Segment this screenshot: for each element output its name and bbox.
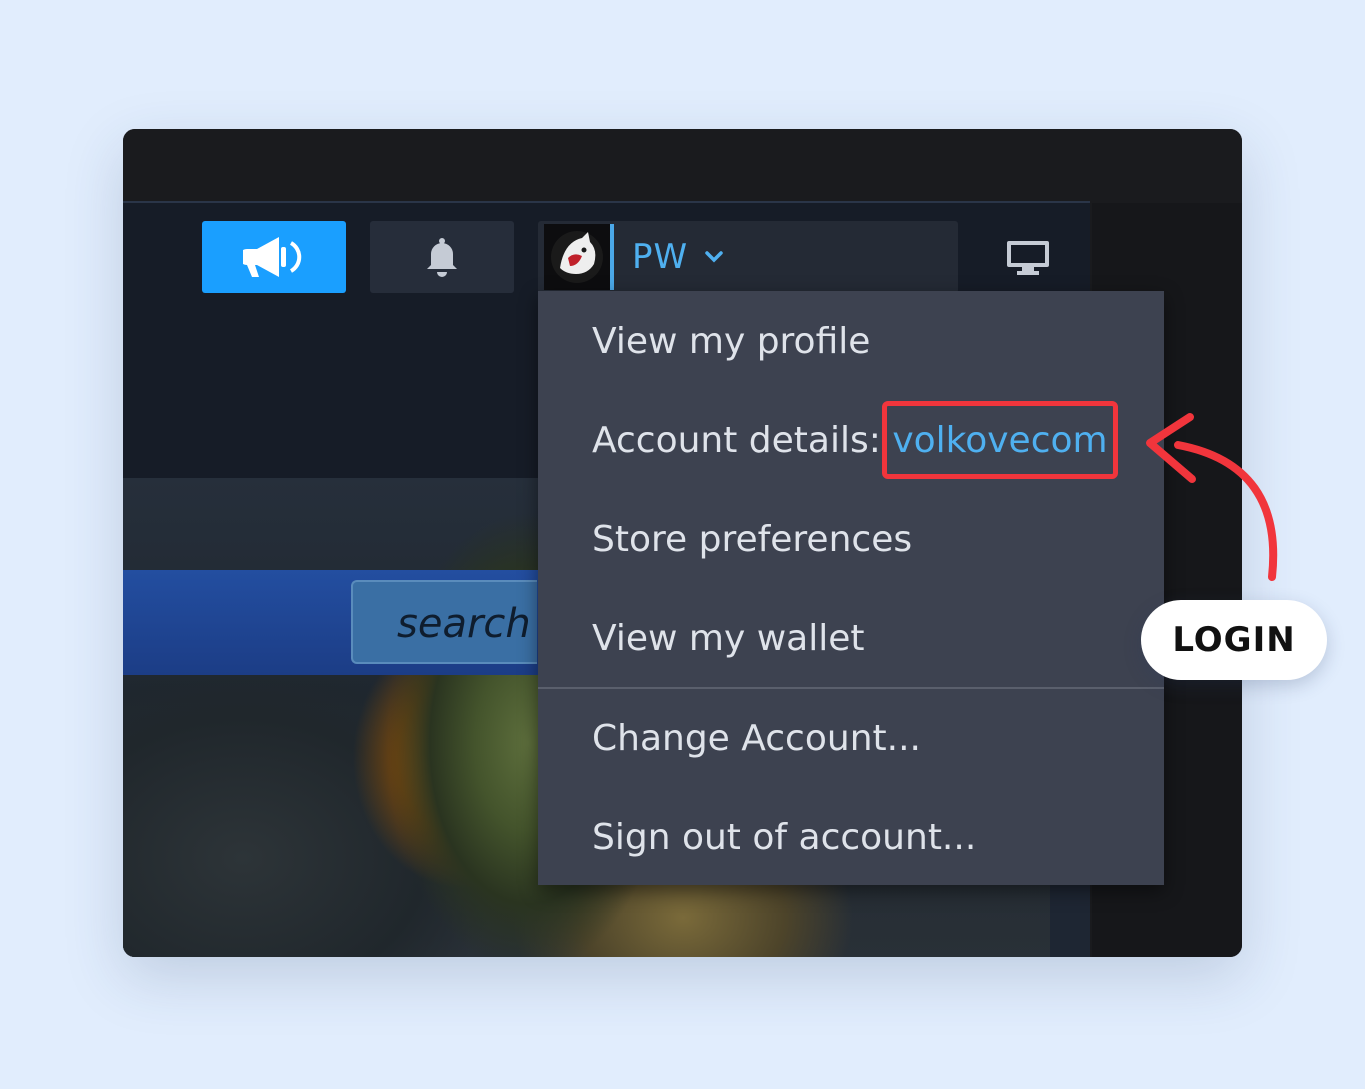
- announcements-button[interactable]: [202, 221, 346, 293]
- avatar[interactable]: [544, 224, 614, 290]
- login-annotation-label: LOGIN: [1141, 600, 1327, 680]
- store-search-bar: search: [123, 570, 538, 675]
- menu-item-view-profile[interactable]: View my profile: [592, 292, 870, 391]
- account-dropdown-menu: View my profile Account details: volkove…: [538, 291, 1164, 885]
- megaphone-icon: [243, 237, 302, 277]
- big-picture-button[interactable]: [1006, 240, 1050, 280]
- menu-item-view-wallet[interactable]: View my wallet: [592, 589, 864, 688]
- search-button[interactable]: search: [351, 580, 537, 664]
- notifications-button[interactable]: [370, 221, 514, 293]
- monitor-icon: [1007, 241, 1049, 275]
- menu-item-store-preferences[interactable]: Store preferences: [592, 490, 912, 589]
- window-titlebar: [123, 129, 1242, 201]
- account-name: PW: [632, 237, 689, 277]
- menu-item-change-account[interactable]: Change Account...: [592, 689, 921, 788]
- username-highlight-box: [882, 401, 1118, 479]
- bell-icon: [427, 238, 457, 277]
- menu-item-sign-out[interactable]: Sign out of account...: [592, 788, 976, 887]
- menu-item-account-details-label: Account details:: [592, 420, 893, 461]
- account-menu-button[interactable]: PW: [538, 221, 958, 293]
- annotation-arrow-icon: [1146, 413, 1278, 581]
- chevron-down-icon: [705, 251, 723, 263]
- wolf-avatar-icon: [551, 231, 603, 283]
